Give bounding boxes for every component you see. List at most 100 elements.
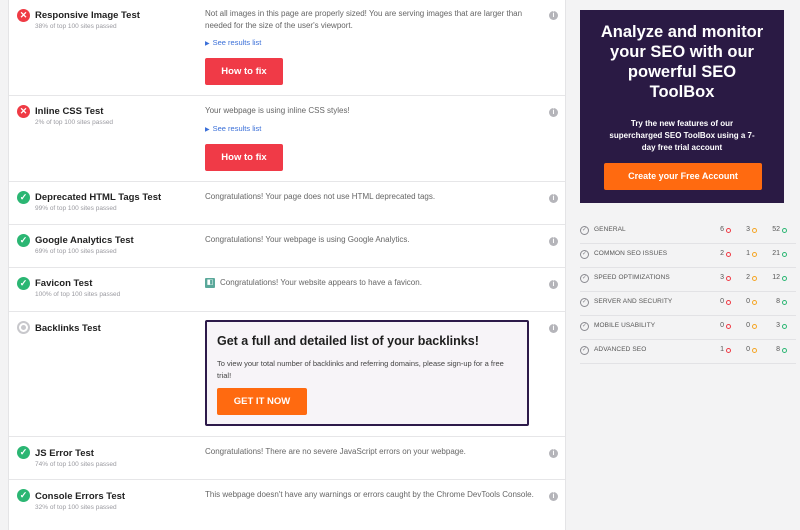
pass-dot-icon [782, 348, 787, 353]
warning-dot-icon [752, 276, 757, 281]
pass-count: 8 [776, 298, 780, 305]
fail-dot-icon [726, 324, 731, 329]
create-free-account-button[interactable]: Create your Free Account [604, 163, 762, 190]
test-pass-rate: 2% of top 100 sites passed [35, 119, 114, 126]
test-message: Congratulations! There are no severe Jav… [205, 447, 466, 456]
triangle-right-icon: ▶ [205, 127, 210, 133]
fail-count: 0 [720, 322, 724, 329]
info-icon[interactable]: i [549, 449, 558, 458]
backlinks-box-description: To view your total number of backlinks a… [217, 359, 504, 380]
pass-dot-icon [782, 300, 787, 305]
fail-count: 6 [720, 226, 724, 233]
warning-count: 0 [746, 346, 750, 353]
category-advanced-seo[interactable]: ✓ ADVANCED SEO 1 0 8 [580, 340, 796, 364]
test-name: Inline CSS Test [35, 106, 104, 117]
how-to-fix-button[interactable]: How to fix [205, 144, 283, 171]
category-general[interactable]: ✓ GENERAL 6 3 52 [580, 220, 796, 244]
fail-count: 1 [720, 346, 724, 353]
warning-dot-icon [752, 228, 757, 233]
warning-dot-icon [752, 300, 757, 305]
warning-count: 3 [746, 226, 750, 233]
warning-count: 0 [746, 298, 750, 305]
promo-title: Analyze and monitor your SEO with our po… [600, 23, 764, 101]
category-common-seo-issues[interactable]: ✓ COMMON SEO ISSUES 2 1 21 [580, 244, 796, 268]
info-icon[interactable]: i [549, 108, 558, 117]
check-circle-icon: ✓ [580, 250, 589, 259]
test-pass-rate: 74% of top 100 sites passed [35, 461, 117, 468]
backlinks-box-title: Get a full and detailed list of your bac… [217, 334, 479, 348]
test-name: Favicon Test [35, 278, 93, 289]
test-row-backlinks: Backlinks Test Get a full and detailed l… [9, 312, 565, 437]
warning-dot-icon [752, 252, 757, 257]
info-icon[interactable]: i [549, 11, 558, 20]
see-results-link[interactable]: ▶ See results list [205, 124, 261, 133]
check-status-icon: ✓ [17, 191, 30, 204]
fail-dot-icon [726, 300, 731, 305]
category-mobile-usability[interactable]: ✓ MOBILE USABILITY 0 0 3 [580, 316, 796, 340]
check-circle-icon: ✓ [580, 226, 589, 235]
fail-status-icon: ✕ [17, 9, 30, 22]
test-message: Congratulations! Your webpage is using G… [205, 235, 410, 244]
test-row-responsive-image: ✕ Responsive Image Test 38% of top 100 s… [9, 0, 565, 96]
fail-status-icon: ✕ [17, 105, 30, 118]
pass-count: 8 [776, 346, 780, 353]
test-row-inline-css: ✕ Inline CSS Test 2% of top 100 sites pa… [9, 96, 565, 182]
check-status-icon: ✓ [17, 489, 30, 502]
category-server-and-security[interactable]: ✓ SERVER AND SECURITY 0 0 8 [580, 292, 796, 316]
seo-toolbox-promo: Analyze and monitor your SEO with our po… [580, 10, 784, 203]
test-row-favicon: ✓ Favicon Test 100% of top 100 sites pas… [9, 268, 565, 312]
check-circle-icon: ✓ [580, 346, 589, 355]
info-icon[interactable]: i [549, 280, 558, 289]
test-name: Console Errors Test [35, 491, 126, 502]
test-name: Responsive Image Test [35, 10, 140, 21]
info-icon[interactable]: i [549, 194, 558, 203]
test-row-js-error: ✓ JS Error Test 74% of top 100 sites pas… [9, 437, 565, 480]
test-name: Deprecated HTML Tags Test [35, 192, 162, 203]
warning-count: 0 [746, 322, 750, 329]
fail-count: 3 [720, 274, 724, 281]
check-circle-icon: ✓ [580, 274, 589, 283]
info-icon[interactable]: i [549, 237, 558, 246]
pass-dot-icon [782, 276, 787, 281]
check-status-icon: ✓ [17, 277, 30, 290]
test-pass-rate: 100% of top 100 sites passed [35, 291, 121, 298]
test-row-deprecated-html: ✓ Deprecated HTML Tags Test 99% of top 1… [9, 182, 565, 225]
fail-dot-icon [726, 276, 731, 281]
circle-status-icon [17, 321, 30, 334]
test-pass-rate: 32% of top 100 sites passed [35, 504, 117, 511]
pass-dot-icon [782, 228, 787, 233]
test-row-console-errors: ✓ Console Errors Test 32% of top 100 sit… [9, 480, 565, 530]
fail-dot-icon [726, 228, 731, 233]
test-pass-rate: 69% of top 100 sites passed [35, 248, 117, 255]
pass-count: 52 [772, 226, 780, 233]
pass-count: 3 [776, 322, 780, 329]
test-pass-rate: 99% of top 100 sites passed [35, 205, 117, 212]
fail-dot-icon [726, 348, 731, 353]
warning-dot-icon [752, 324, 757, 329]
warning-count: 1 [746, 250, 750, 257]
info-icon[interactable]: i [549, 492, 558, 501]
fail-dot-icon [726, 252, 731, 257]
test-message: ◧ Congratulations! Your website appears t… [205, 277, 422, 288]
how-to-fix-button[interactable]: How to fix [205, 58, 283, 85]
backlinks-signup-box: Get a full and detailed list of your bac… [205, 320, 529, 426]
favicon-icon: ◧ [205, 277, 215, 288]
pass-count: 21 [772, 250, 780, 257]
info-icon[interactable]: i [549, 324, 558, 333]
test-message: Your webpage is using inline CSS styles! [205, 106, 350, 115]
pass-dot-icon [782, 324, 787, 329]
check-status-icon: ✓ [17, 446, 30, 459]
pass-count: 12 [772, 274, 780, 281]
test-message: This webpage doesn't have any warnings o… [205, 490, 534, 499]
fail-count: 0 [720, 298, 724, 305]
warning-dot-icon [752, 348, 757, 353]
test-results-panel: ✕ Responsive Image Test 38% of top 100 s… [8, 0, 566, 530]
test-name: JS Error Test [35, 448, 94, 459]
check-status-icon: ✓ [17, 234, 30, 247]
test-name: Google Analytics Test [35, 235, 134, 246]
category-speed-optimizations[interactable]: ✓ SPEED OPTIMIZATIONS 3 2 12 [580, 268, 796, 292]
get-it-now-button[interactable]: GET IT NOW [217, 388, 307, 415]
pass-dot-icon [782, 252, 787, 257]
test-message: Congratulations! Your page does not use … [205, 192, 436, 201]
see-results-link[interactable]: ▶ See results list [205, 38, 261, 47]
